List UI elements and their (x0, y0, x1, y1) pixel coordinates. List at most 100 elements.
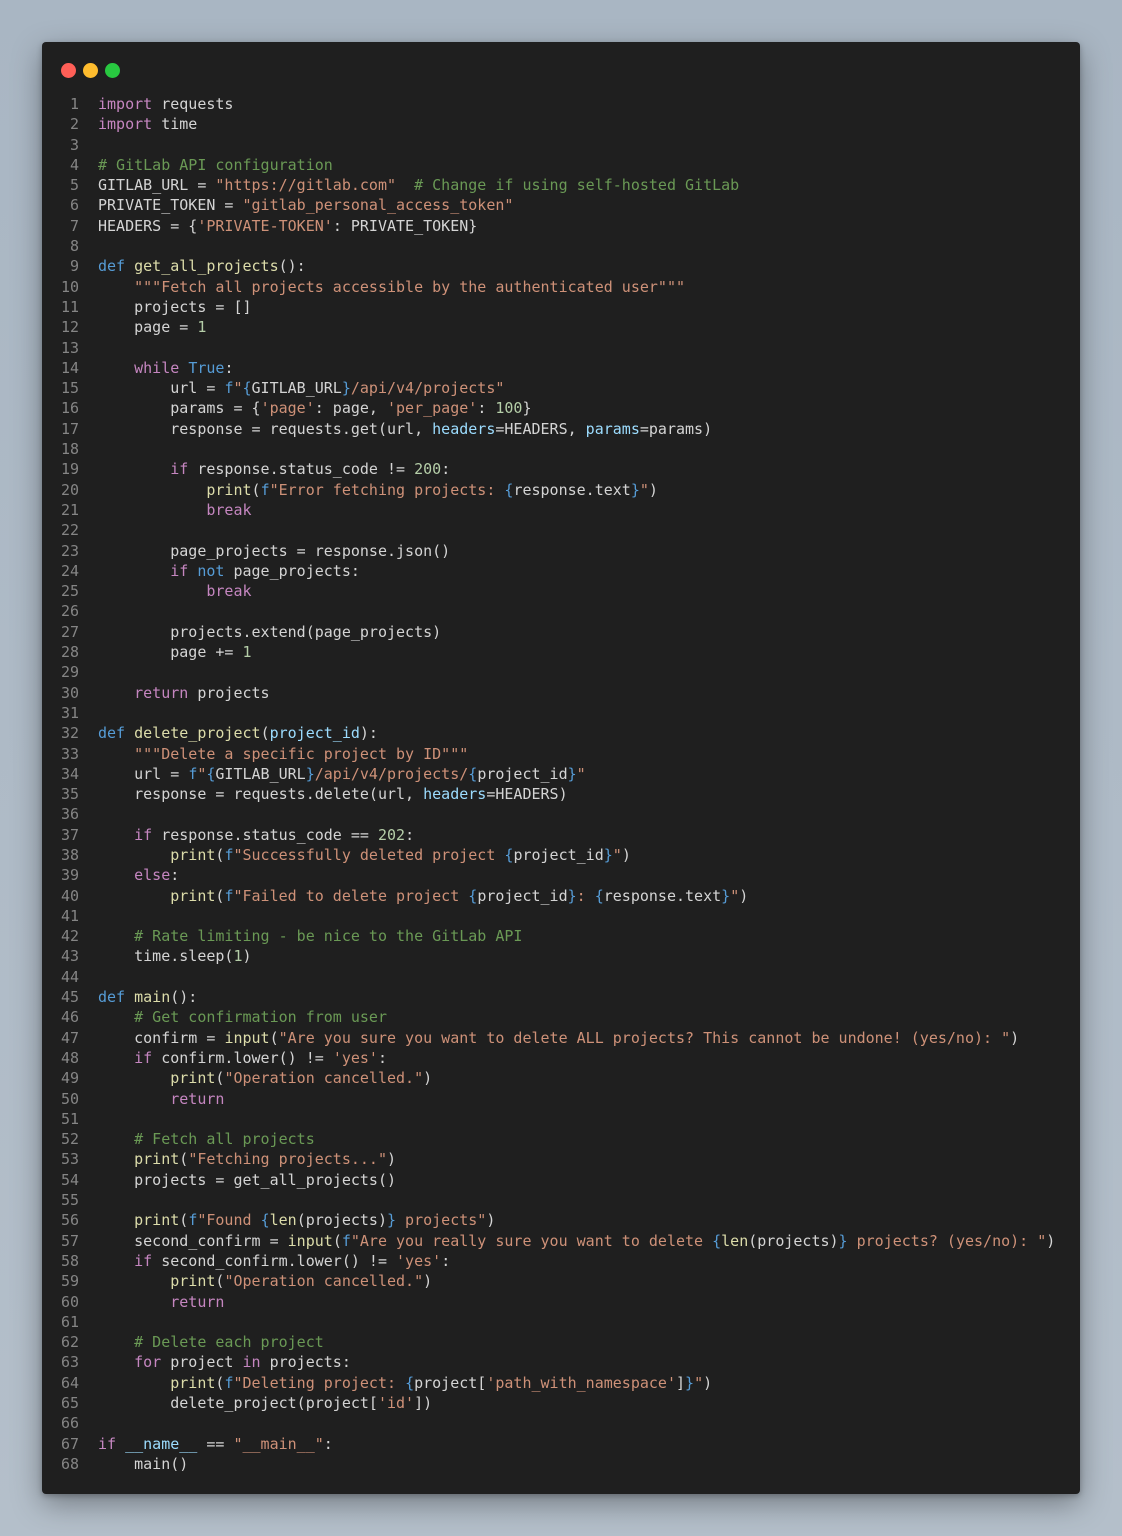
code-token: projects = get_all_projects() (98, 1170, 397, 1189)
line-content: return projects (98, 684, 269, 702)
code-token: f (341, 1231, 351, 1250)
code-editor[interactable]: 1 import requests 2 import time 3 4 # GitLab A… (42, 94, 1080, 1474)
line-content: print(f"Successfully deleted project {pr… (98, 846, 631, 864)
line-number: 14 (60, 358, 79, 377)
code-line: 64 print(f"Deleting project: {project['p… (42, 1373, 1080, 1393)
code-token: { (260, 1211, 270, 1230)
code-token: """Fetch all projects accessible by the … (134, 277, 686, 296)
code-line: 5 GITLAB_URL = "https://gitlab.com" # Cha… (42, 175, 1080, 195)
code-token: "Fetching projects..." (188, 1150, 387, 1169)
code-token: ] (676, 1373, 686, 1392)
line-content: HEADERS = {'PRIVATE-TOKEN': PRIVATE_TOKE… (98, 217, 477, 235)
line-content: def delete_project(project_id): (98, 724, 378, 742)
code-line: 54 projects = get_all_projects() (42, 1170, 1080, 1190)
code-token: headers (423, 785, 487, 804)
code-token: GITLAB_URL (215, 764, 306, 783)
line-number: 51 (60, 1109, 79, 1128)
code-line: 65 delete_project(project['id']) (42, 1393, 1080, 1413)
line-number: 36 (60, 805, 79, 824)
line-number: 16 (60, 399, 79, 418)
code-line: 17 response = requests.get(url, headers=… (42, 419, 1080, 439)
code-token: ) (648, 480, 658, 499)
line-content: projects = get_all_projects() (98, 1171, 396, 1189)
line-number: 49 (60, 1069, 79, 1088)
line-number: 31 (60, 703, 79, 722)
line-number: 62 (60, 1333, 79, 1352)
code-token: return (170, 1089, 225, 1108)
code-token: ( (332, 1231, 342, 1250)
line-number: 4 (69, 155, 79, 174)
code-token: print (170, 886, 216, 905)
line-content: projects = [] (98, 298, 251, 316)
line-number: 60 (60, 1292, 79, 1311)
code-line: 36 (42, 804, 1080, 824)
code-line: 15 url = f"{GITLAB_URL}/api/v4/projects" (42, 378, 1080, 398)
maximize-button[interactable] (105, 63, 120, 78)
line-number: 21 (60, 500, 79, 519)
code-line: 9 def get_all_projects(): (42, 256, 1080, 276)
line-content: def main(): (98, 988, 197, 1006)
line-number: 25 (60, 582, 79, 601)
line-content: def get_all_projects(): (98, 257, 306, 275)
code-token: project_id (477, 764, 568, 783)
code-token: } (522, 399, 532, 418)
line-number: 12 (60, 318, 79, 337)
code-token: time (152, 115, 198, 134)
line-number: 15 (60, 379, 79, 398)
line-number: 27 (60, 622, 79, 641)
code-line: 6 PRIVATE_TOKEN = "gitlab_personal_access… (42, 195, 1080, 215)
line-content: print("Operation cancelled.") (98, 1272, 432, 1290)
line-content: if __name__ == "__main__": (98, 1435, 333, 1453)
close-button[interactable] (61, 63, 76, 78)
code-token: f (188, 1211, 198, 1230)
code-line: 67 if __name__ == "__main__": (42, 1434, 1080, 1454)
code-token: : (170, 866, 180, 885)
code-token: { (405, 1373, 415, 1392)
code-token: "Failed to delete project (233, 886, 469, 905)
code-token: PRIVATE_TOKEN = (98, 196, 243, 215)
code-token: # Delete each project (134, 1333, 324, 1352)
code-token: __name__ (125, 1434, 198, 1453)
code-token: # Get confirmation from user (134, 1008, 387, 1027)
line-number: 48 (60, 1048, 79, 1067)
line-number: 41 (60, 906, 79, 925)
line-number: 55 (60, 1191, 79, 1210)
line-number: 57 (60, 1231, 79, 1250)
line-number: 61 (60, 1312, 79, 1331)
code-token: import (98, 95, 153, 113)
code-token: import (98, 115, 153, 134)
code-token: HEADERS = { (98, 216, 198, 235)
code-token: second_confirm.lower() != (152, 1251, 397, 1270)
code-token: == (197, 1434, 234, 1453)
code-token: ) (621, 845, 631, 864)
code-token: : (323, 1434, 333, 1453)
code-token: "https://gitlab.com" (215, 176, 397, 195)
line-number: 47 (60, 1028, 79, 1047)
code-line: 3 (42, 135, 1080, 155)
code-line: 13 (42, 338, 1080, 358)
code-token: 'per_page' (387, 399, 478, 418)
code-line: 50 return (42, 1089, 1080, 1109)
minimize-button[interactable] (83, 63, 98, 78)
line-number: 67 (60, 1434, 79, 1453)
line-number: 13 (60, 338, 79, 357)
code-token: in (242, 1353, 261, 1372)
code-line: 14 while True: (42, 358, 1080, 378)
code-token: =HEADERS) (486, 785, 568, 804)
code-token: "Operation cancelled." (224, 1069, 424, 1088)
code-token: main() (98, 1454, 189, 1473)
line-content: url = f"{GITLAB_URL}/api/v4/projects/{pr… (98, 765, 586, 783)
line-content: response = requests.delete(url, headers=… (98, 785, 568, 803)
line-number: 26 (60, 602, 79, 621)
code-token: =HEADERS, (495, 419, 586, 438)
line-content: print("Fetching projects...") (98, 1150, 396, 1168)
line-number: 66 (60, 1414, 79, 1433)
line-number: 43 (60, 947, 79, 966)
